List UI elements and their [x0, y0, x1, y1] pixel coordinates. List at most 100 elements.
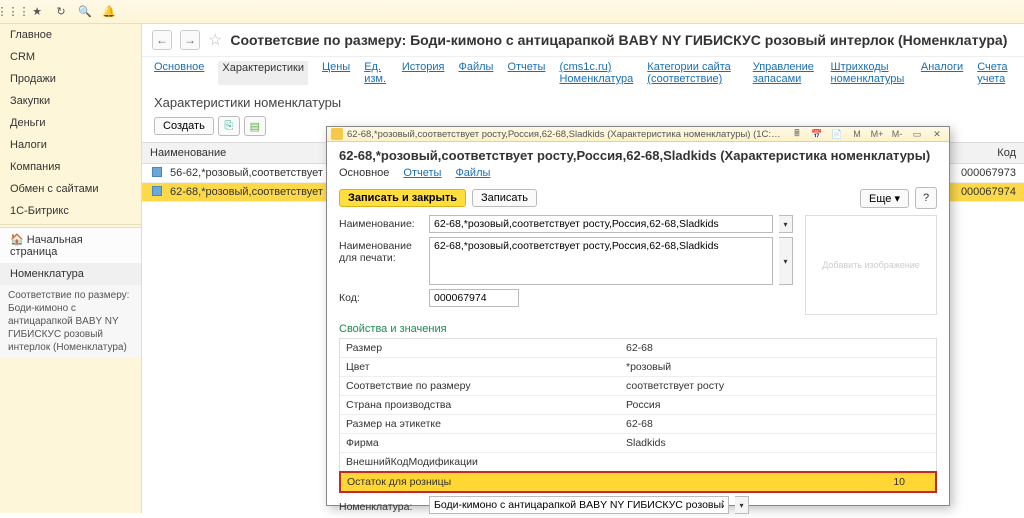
property-row[interactable]: Цвет*розовый — [340, 358, 936, 377]
prop-label: ВнешнийКодМодификации — [340, 453, 620, 471]
tab[interactable]: Управление запасами — [753, 61, 817, 85]
property-row[interactable]: Размер62-68 — [340, 339, 936, 358]
prop-label: Размер на этикетке — [340, 415, 620, 433]
favorite-icon[interactable]: ☆ — [208, 30, 222, 50]
sidebar-item[interactable]: Компания — [0, 156, 141, 178]
minimize-icon[interactable]: ▭ — [909, 127, 925, 141]
top-toolbar: ⋮⋮⋮ ★ ↻ 🔍 🔔 — [0, 0, 1024, 24]
prop-label: Соответствие по размеру — [340, 377, 620, 395]
list-icon[interactable]: ▤ — [244, 116, 266, 136]
forward-button[interactable]: → — [180, 30, 200, 50]
sidebar-breadcrumb: Соответствие по размеру: Боди-кимоно с а… — [0, 285, 141, 358]
popup-window-title: 62-68,*розовый,соответствует росту,Росси… — [347, 129, 785, 140]
prop-label: Размер — [340, 339, 620, 357]
tab[interactable]: Категории сайта (соответствие) — [647, 61, 738, 85]
property-row[interactable]: ВнешнийКодМодификации — [340, 453, 936, 472]
property-row[interactable]: Размер на этикетке62-68 — [340, 415, 936, 434]
sidebar-item[interactable]: Обмен с сайтами — [0, 178, 141, 200]
tab[interactable]: Цены — [322, 61, 350, 85]
tab-active[interactable]: Характеристики — [218, 61, 308, 85]
save-button[interactable]: Записать — [472, 189, 537, 207]
create-button[interactable]: Создать — [154, 117, 214, 135]
property-row[interactable]: Соответствие по размерусоответствует рос… — [340, 377, 936, 396]
sidebar-item[interactable]: Закупки — [0, 90, 141, 112]
prop-value: Sladkids — [620, 434, 936, 452]
tab[interactable]: Счета учета — [977, 61, 1012, 85]
prop-value: 10 — [621, 473, 935, 491]
dropdown-icon[interactable]: ▾ — [735, 496, 749, 514]
popup-titlebar[interactable]: 62-68,*розовый,соответствует росту,Росси… — [327, 127, 949, 142]
more-button[interactable]: Еще ▾ — [860, 189, 909, 208]
page-title: Соответсвие по размеру: Боди-кимоно с ан… — [230, 32, 1007, 48]
section-title: Характеристики номенклатуры — [142, 89, 1024, 112]
tab[interactable]: Штрихкоды номенклатуры — [831, 61, 907, 85]
prop-value: Россия — [620, 396, 936, 414]
prop-label: Цвет — [340, 358, 620, 376]
prop-label: Страна производства — [340, 396, 620, 414]
sidebar-item[interactable]: 1С-Битрикс — [0, 200, 141, 222]
dropdown-icon[interactable]: ▾ — [779, 237, 793, 285]
tab[interactable]: Файлы — [458, 61, 493, 85]
label-name: Наименование: — [339, 215, 423, 230]
prop-value: *розовый — [620, 358, 936, 376]
sidebar-item[interactable]: Продажи — [0, 68, 141, 90]
printname-input[interactable]: 62-68,*розовый,соответствует росту,Росси… — [429, 237, 773, 285]
back-button[interactable]: ← — [152, 30, 172, 50]
cal-icon[interactable]: 📅 — [809, 127, 825, 141]
label-code: Код: — [339, 289, 423, 304]
sidebar-home[interactable]: 🏠 Начальная страница — [0, 228, 141, 263]
row-icon — [152, 167, 162, 177]
code-input[interactable] — [429, 289, 519, 307]
save-close-button[interactable]: Записать и закрыть — [339, 189, 466, 207]
popup-tab[interactable]: Файлы — [455, 167, 490, 179]
main-tabs: Основное Характеристики Цены Ед. изм. Ис… — [142, 57, 1024, 89]
calc-icon[interactable]: 🖩 — [789, 127, 805, 141]
help-button[interactable]: ? — [915, 187, 937, 209]
tab[interactable]: Аналоги — [921, 61, 963, 85]
tab[interactable]: (cms1c.ru) Номенклатура — [559, 61, 633, 85]
apps-icon[interactable]: ⋮⋮⋮ — [6, 5, 20, 19]
mem-m[interactable]: M — [849, 127, 865, 141]
doc-icon[interactable]: 📄 — [829, 127, 845, 141]
name-input[interactable] — [429, 215, 773, 233]
properties-table: Размер62-68 Цвет*розовый Соответствие по… — [339, 338, 937, 492]
label-nomenclature: Номенклатура: — [339, 498, 423, 513]
dropdown-icon[interactable]: ▾ — [779, 215, 793, 233]
prop-label: Остаток для розницы — [341, 473, 621, 491]
image-dropzone[interactable]: Добавить изображение — [805, 215, 937, 315]
sidebar-item[interactable]: Главное — [0, 24, 141, 46]
search-icon[interactable]: 🔍 — [78, 5, 92, 19]
prop-value — [620, 453, 936, 471]
star-icon[interactable]: ★ — [30, 5, 44, 19]
history-icon[interactable]: ↻ — [54, 5, 68, 19]
tab[interactable]: История — [402, 61, 445, 85]
properties-header: Свойства и значения — [327, 321, 949, 338]
popup-tab[interactable]: Отчеты — [403, 167, 441, 179]
tab[interactable]: Ед. изм. — [364, 61, 388, 85]
app-icon — [331, 128, 343, 140]
sidebar-nomenclature[interactable]: Номенклатура — [0, 263, 141, 285]
sidebar-home-label: Начальная страница — [10, 234, 83, 258]
nomenclature-input[interactable] — [429, 496, 729, 514]
mem-mminus[interactable]: M- — [889, 127, 905, 141]
more-label: Еще — [869, 193, 891, 205]
property-row[interactable]: ФирмаSladkids — [340, 434, 936, 453]
popup-window: 62-68,*розовый,соответствует росту,Росси… — [326, 126, 950, 506]
sidebar: Главное CRM Продажи Закупки Деньги Налог… — [0, 24, 142, 513]
copy-icon[interactable]: ⎘ — [218, 116, 240, 136]
popup-tab-active[interactable]: Основное — [339, 167, 389, 179]
mem-mplus[interactable]: M+ — [869, 127, 885, 141]
bell-icon[interactable]: 🔔 — [102, 5, 116, 19]
sidebar-item[interactable]: CRM — [0, 46, 141, 68]
sidebar-item[interactable]: Деньги — [0, 112, 141, 134]
prop-value: 62-68 — [620, 339, 936, 357]
tab[interactable]: Основное — [154, 61, 204, 85]
property-row[interactable]: Страна производстваРоссия — [340, 396, 936, 415]
row-icon — [152, 186, 162, 196]
label-printname: Наименование для печати: — [339, 237, 423, 264]
property-row-highlighted[interactable]: Остаток для розницы10 — [339, 471, 937, 493]
prop-value: 62-68 — [620, 415, 936, 433]
close-icon[interactable]: ✕ — [929, 127, 945, 141]
tab[interactable]: Отчеты — [507, 61, 545, 85]
sidebar-item[interactable]: Налоги — [0, 134, 141, 156]
